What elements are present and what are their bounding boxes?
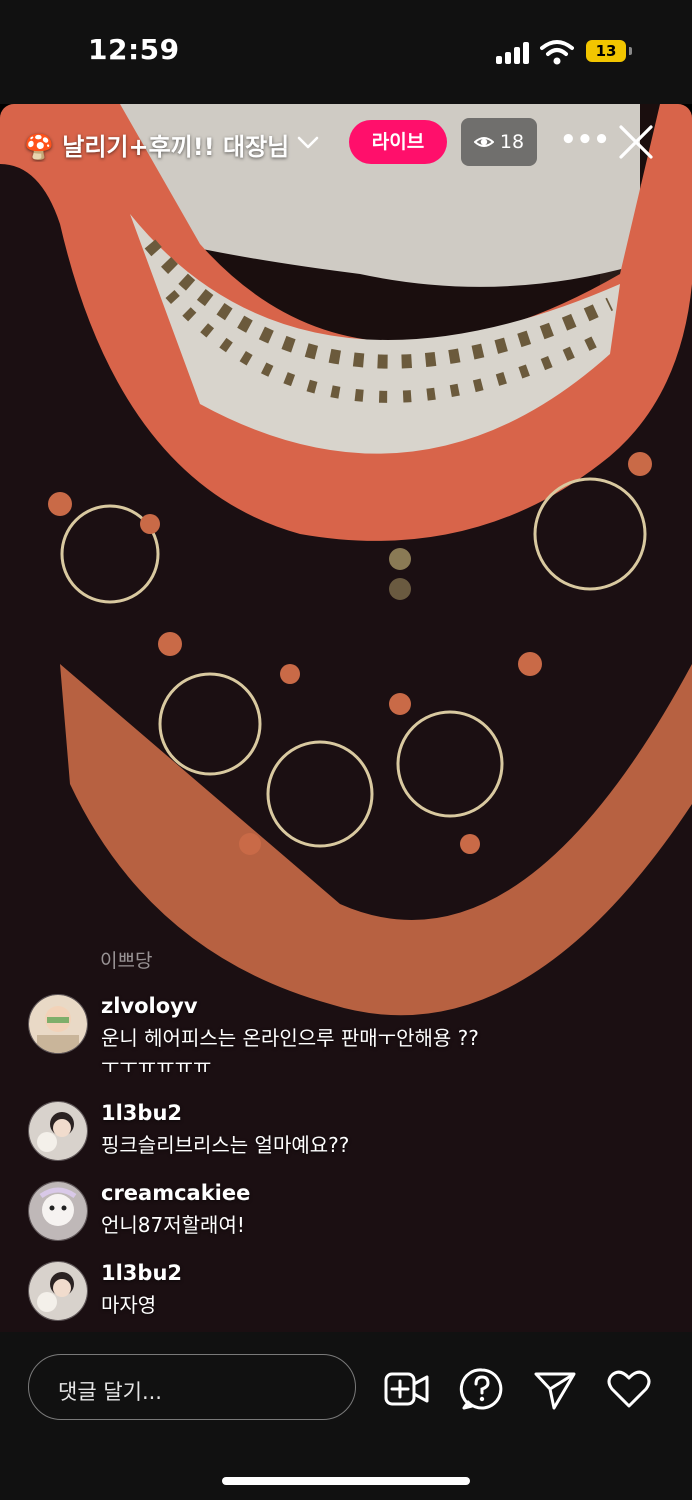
heart-icon[interactable]: [606, 1366, 652, 1412]
comment-text: 마자영: [101, 1293, 157, 1317]
wifi-icon: [540, 40, 574, 65]
cellular-signal-icon: [496, 42, 530, 64]
comment-username[interactable]: 1l3bu2: [101, 1101, 182, 1125]
comments-section-label: 이쁘당: [100, 950, 153, 972]
comment-username[interactable]: 1l3bu2: [101, 1261, 182, 1285]
status-time: 12:59: [88, 33, 180, 66]
chevron-down-icon[interactable]: [296, 130, 320, 154]
comment-text: 핑크슬리브리스는 얼마예요??: [101, 1133, 350, 1157]
close-icon[interactable]: [618, 124, 654, 160]
avatar[interactable]: [28, 1101, 88, 1161]
avatar-image: [29, 995, 87, 1053]
avatar-image: [29, 1102, 87, 1160]
battery-icon: 13: [586, 40, 626, 62]
avatar-image: [29, 1262, 87, 1320]
avatar-image: [29, 1182, 87, 1240]
send-icon[interactable]: [532, 1366, 578, 1412]
status-bar: 12:59 13: [0, 0, 692, 104]
battery-tip: [629, 47, 632, 55]
avatar[interactable]: [28, 1181, 88, 1241]
live-badge: 라이브: [349, 120, 447, 164]
comment-input-placeholder: 댓글 달기...: [58, 1380, 162, 1404]
home-indicator[interactable]: [222, 1477, 470, 1485]
comment-username[interactable]: zlvoloyv: [101, 994, 198, 1018]
question-icon[interactable]: [459, 1366, 505, 1412]
comment-username[interactable]: creamcakiee: [101, 1181, 250, 1205]
live-title[interactable]: 🍄 날리기+후끼!! 대장님: [24, 127, 292, 162]
avatar[interactable]: [28, 1261, 88, 1321]
add-video-icon[interactable]: [384, 1366, 430, 1412]
comment-text: 언니87저할래여!: [101, 1213, 245, 1237]
comment-text: 운니 헤어피스는 온라인으루 판매ㅜ안해용 ??ㅜㅜㅠㅠㅠㅠ: [101, 1026, 479, 1078]
eye-icon: [473, 137, 494, 147]
viewer-count[interactable]: 18: [461, 118, 537, 166]
viewer-count-value: 18: [499, 131, 525, 153]
more-icon[interactable]: •••: [560, 127, 610, 156]
avatar[interactable]: [28, 994, 88, 1054]
